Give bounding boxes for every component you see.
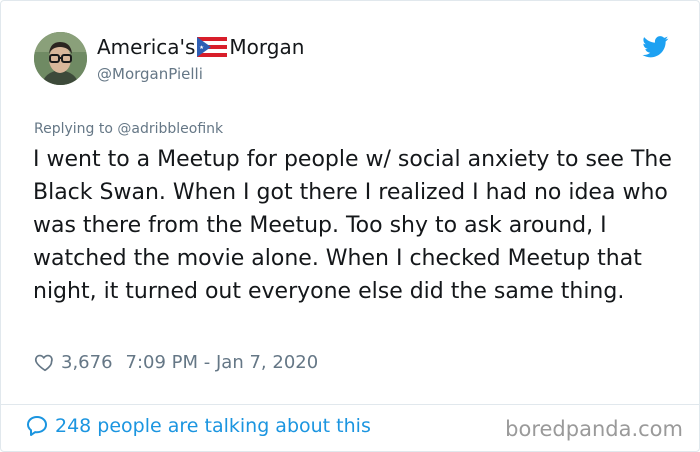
display-name-part2: Morgan (229, 35, 305, 59)
tweet-meta: 3,676 7:09 PM - Jan 7, 2020 (34, 351, 318, 373)
puerto-rico-flag-icon (197, 37, 228, 57)
tweet-timestamp[interactable]: 7:09 PM - Jan 7, 2020 (126, 352, 319, 373)
speech-bubble-icon (25, 414, 49, 438)
tweet-text: I went to a Meetup for people w/ social … (33, 147, 672, 304)
user-handle[interactable]: @MorganPielli (97, 65, 203, 83)
conversation-label: 248 people are talking about this (55, 415, 371, 437)
avatar[interactable] (34, 32, 87, 85)
divider (1, 404, 699, 405)
like-count[interactable]: 3,676 (61, 352, 113, 373)
display-name-part1: America's (97, 35, 196, 59)
conversation-link[interactable]: 248 people are talking about this (25, 414, 371, 438)
reply-prefix: Replying to (34, 121, 118, 137)
replying-to: Replying to @adribbleofink (34, 121, 223, 137)
heart-icon[interactable] (34, 351, 56, 373)
watermark: boredpanda.com (505, 417, 683, 441)
display-name[interactable]: America's Morgan (97, 35, 304, 59)
reply-handle-link[interactable]: @adribbleofink (117, 121, 223, 137)
tweet-card: America's Morgan @MorganPielli Replying … (0, 0, 700, 452)
twitter-bird-icon[interactable] (642, 36, 669, 58)
